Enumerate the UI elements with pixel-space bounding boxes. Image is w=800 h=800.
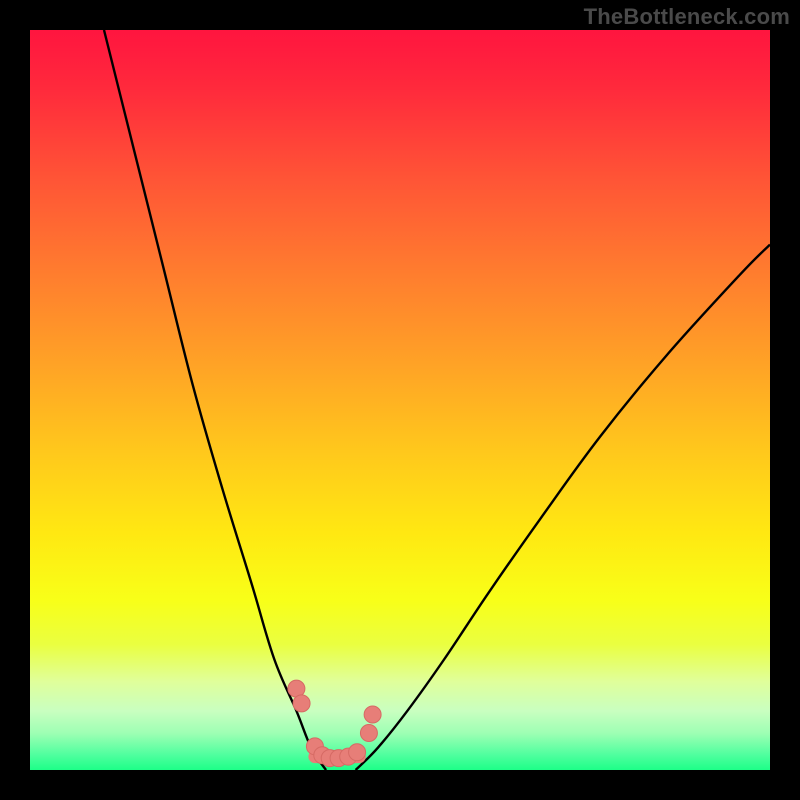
curve-layer	[30, 30, 770, 770]
bottleneck-left-curve	[104, 30, 326, 770]
bottleneck-right-curve	[356, 245, 770, 770]
marker-dot	[293, 695, 310, 712]
chart-frame: TheBottleneck.com	[0, 0, 800, 800]
plot-area	[30, 30, 770, 770]
attribution-label: TheBottleneck.com	[584, 4, 790, 30]
marker-dot	[364, 706, 381, 723]
marker-dot	[360, 725, 377, 742]
marker-dot	[349, 744, 366, 761]
